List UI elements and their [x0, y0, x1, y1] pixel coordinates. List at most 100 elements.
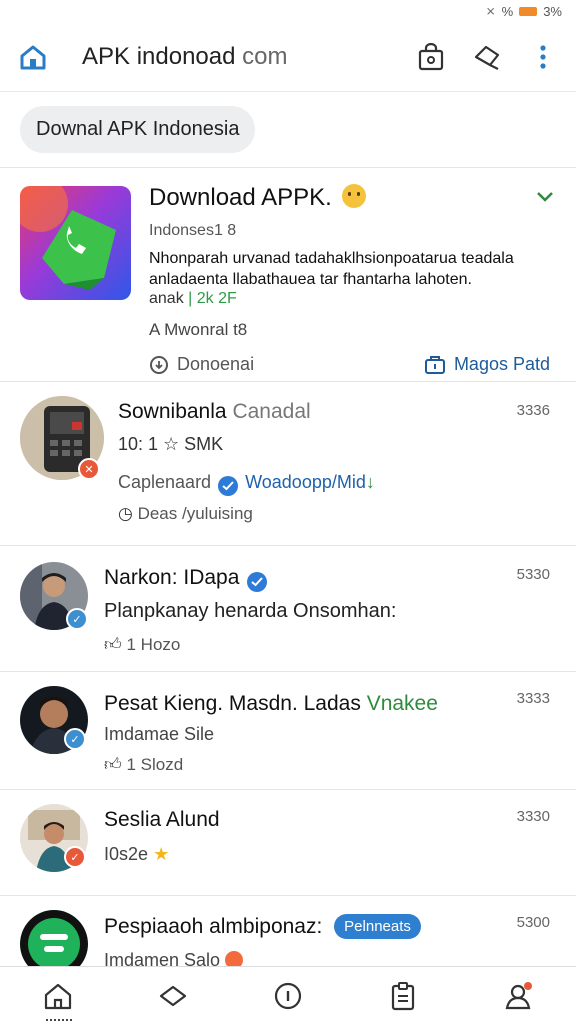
- follow-pill-button[interactable]: Pelnneats: [334, 914, 421, 939]
- avatar-badge: ✓: [64, 846, 86, 868]
- post-text: I0s2e ★: [104, 844, 169, 865]
- home-button[interactable]: [18, 42, 48, 72]
- status-line: ◷ Deas /yuluising: [118, 504, 253, 524]
- topbar-actions: [416, 42, 558, 72]
- clock-icon: ◷: [118, 504, 133, 523]
- smile-emoji-icon: [342, 184, 367, 208]
- feed-author: Narkon: IDapa: [104, 566, 269, 592]
- more-options-button[interactable]: [528, 42, 558, 72]
- home-icon: [20, 45, 46, 69]
- bottom-navigation: [0, 966, 576, 1024]
- verified-icon: [218, 476, 239, 496]
- download-arrow-icon[interactable]: ↓: [366, 472, 375, 492]
- status-text: Deas /yuluising: [137, 504, 253, 523]
- featured-description: Nhonparah urvanad tadahaklhsionpoatarua …: [149, 248, 549, 290]
- address-main: APK indonoad: [82, 42, 236, 70]
- featured-size: anak | 2k 2F: [149, 290, 237, 308]
- home-icon: [44, 983, 71, 1009]
- timestamp: 3336: [516, 402, 550, 419]
- expand-button[interactable]: [536, 190, 554, 208]
- featured-subtitle: Indonses1 8: [149, 222, 237, 239]
- signal-icon: ⨯: [485, 4, 496, 18]
- nav-clipboard[interactable]: [383, 976, 423, 1016]
- thumbs-up-icon: 👍︎: [104, 635, 122, 654]
- clipboard-icon: [392, 981, 415, 1010]
- author-name: Pespiaaoh almbiponaz:: [104, 915, 323, 938]
- avatar-badge: ✓: [66, 608, 88, 630]
- featured-app-card[interactable]: Download APPK. Indonses1 8 Nhonparah urv…: [0, 168, 576, 382]
- author-name: Pesat Kieng. Masdn. Ladas: [104, 692, 361, 715]
- timestamp: 5300: [516, 914, 550, 931]
- author-name: Sownibanla: [118, 400, 227, 423]
- featured-meta: A Mwonral t8: [149, 320, 248, 339]
- details-action-label: Magos Patd: [453, 354, 550, 374]
- active-indicator: [45, 1018, 72, 1022]
- notification-dot: [524, 981, 533, 990]
- feed-author: Pesat Kieng. Masdn. Ladas Vnakee: [104, 692, 438, 716]
- nav-home[interactable]: [38, 976, 78, 1021]
- source-line: Caplenaard Woadoopp/Mid↓: [118, 472, 375, 496]
- feed-author: Pespiaaoh almbiponaz: Pelnneats: [104, 914, 421, 939]
- author-location: Canadal: [232, 400, 311, 423]
- like-count-text: 1 Slozd: [126, 755, 184, 774]
- description-line-2: anladaenta llabathauea tar fhantarha lah…: [149, 271, 472, 288]
- timestamp: 5330: [516, 566, 550, 583]
- details-action[interactable]: Magos Patd: [424, 354, 550, 375]
- nav-explore[interactable]: [153, 976, 193, 1016]
- battery-icon: [519, 6, 538, 16]
- size-value: | 2k 2F: [188, 290, 237, 307]
- featured-title: Download APPK.: [149, 184, 367, 212]
- avatar-badge: ✕: [78, 458, 100, 480]
- battery-text: %: [501, 3, 514, 19]
- timestamp: 3330: [516, 808, 550, 825]
- more-vertical-icon: [540, 44, 546, 69]
- thumbs-up-icon: 👍︎: [104, 755, 122, 774]
- description-line-1: Nhonparah urvanad tadahaklhsionpoatarua …: [149, 250, 514, 267]
- battery-level: 3%: [543, 3, 562, 19]
- like-count-text: 1 Hozo: [126, 635, 181, 654]
- nav-profile[interactable]: [498, 976, 538, 1016]
- download-action-label: Donoenai: [177, 354, 255, 374]
- post-text: Imdamae Sile: [104, 724, 215, 744]
- like-count[interactable]: 👍︎ 1 Slozd: [104, 754, 183, 775]
- download-action[interactable]: Donoenai: [149, 354, 254, 375]
- address-title[interactable]: APK indonoad com: [82, 43, 416, 71]
- category-chip[interactable]: Downal APK Indonesia: [20, 106, 256, 153]
- post-text-content: I0s2e: [104, 844, 149, 864]
- package-icon: [424, 355, 445, 374]
- source-link[interactable]: Woadoopp/Mid: [245, 472, 366, 492]
- top-app-bar: APK indonoad com: [0, 22, 576, 92]
- like-count[interactable]: 👍︎ 1 Hozo: [104, 634, 180, 655]
- chevron-down-icon: [537, 192, 553, 202]
- feed-item[interactable]: ✓ Pesat Kieng. Masdn. Ladas Vnakee 3333 …: [0, 672, 576, 790]
- feed-item[interactable]: Pespiaaoh almbiponaz: Pelnneats 5300 Imd…: [0, 896, 576, 978]
- bag-icon: [418, 42, 444, 70]
- rating-line: 10: 1 ☆ SMK: [118, 434, 224, 454]
- diamond-icon: [159, 985, 186, 1006]
- feed-author: Sownibanla Canadal: [118, 400, 311, 424]
- status-bar: ⨯ % 3%: [0, 0, 576, 22]
- size-prefix: anak: [149, 290, 184, 307]
- feed-item[interactable]: ✓ Seslia Alund 3330 I0s2e ★: [0, 790, 576, 896]
- info-icon: [274, 982, 302, 1009]
- star-icon: ★: [153, 844, 170, 864]
- bag-button[interactable]: [416, 42, 446, 72]
- pin-icon: [474, 45, 500, 70]
- feed-item[interactable]: ✓ Narkon: IDapa 5330 Planpkanay henarda …: [0, 546, 576, 672]
- author-tag: Vnakee: [366, 692, 438, 715]
- author-name: Narkon: IDapa: [104, 566, 240, 589]
- address-suffix: com: [235, 42, 288, 70]
- app-icon[interactable]: [20, 186, 131, 300]
- avatar-badge: ✓: [64, 728, 86, 750]
- featured-title-text: Download APPK.: [149, 184, 332, 211]
- download-circle-icon: [150, 355, 168, 374]
- filter-row: Downal APK Indonesia: [0, 92, 576, 168]
- post-text: Planpkanay henarda Onsomhan:: [104, 600, 397, 622]
- verified-icon: [247, 572, 268, 592]
- feed-item[interactable]: ✕ Sownibanla Canadal 3336 10: 1 ☆ SMK Ca…: [0, 382, 576, 546]
- source-prefix: Caplenaard: [118, 472, 212, 492]
- nav-info[interactable]: [268, 976, 308, 1016]
- timestamp: 3333: [516, 690, 550, 707]
- feed-author: Seslia Alund: [104, 808, 220, 831]
- bookmark-button[interactable]: [472, 42, 502, 72]
